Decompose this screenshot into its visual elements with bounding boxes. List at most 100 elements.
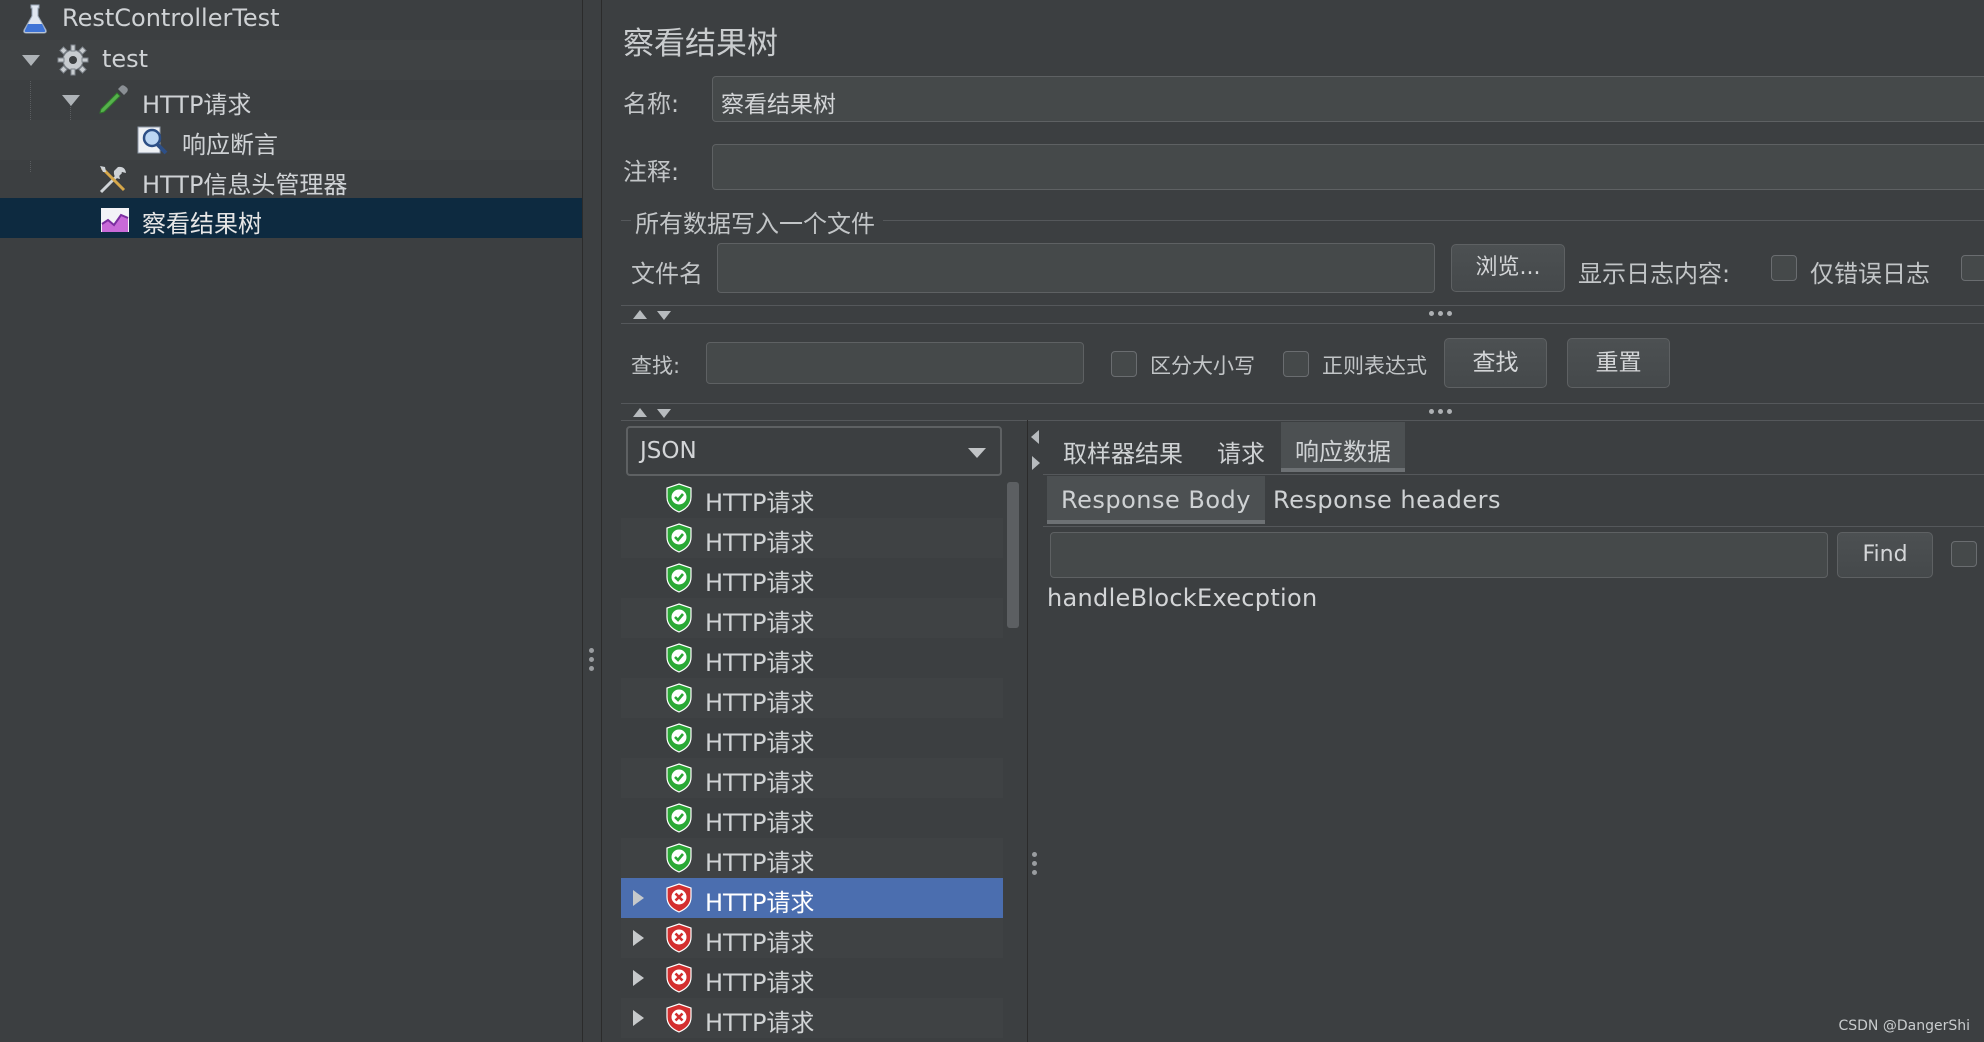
section-divider (621, 403, 1984, 404)
case-sensitive-checkbox[interactable] (1111, 351, 1137, 377)
name-field[interactable]: 察看结果树 (712, 76, 1984, 122)
result-item[interactable]: HTTP请求 (621, 998, 1003, 1038)
result-item[interactable]: HTTP请求 (621, 678, 1003, 718)
chevron-right-icon[interactable] (633, 930, 644, 946)
result-item[interactable]: HTTP请求 (621, 478, 1003, 518)
magnifier-icon (137, 126, 168, 155)
result-item-label: HTTP请求 (705, 609, 815, 637)
filename-field[interactable] (717, 243, 1435, 293)
tab-response-data[interactable]: 响应数据 (1281, 422, 1405, 472)
collapse-up-icon[interactable] (633, 310, 647, 319)
tree-item-rest-controller-test[interactable]: RestControllerTest (0, 0, 582, 40)
result-item-label: HTTP请求 (705, 649, 815, 677)
tab-sampler-result[interactable]: 取样器结果 (1049, 424, 1197, 474)
result-item[interactable]: HTTP请求 (621, 638, 1003, 678)
splitter-grip[interactable] (589, 648, 595, 675)
collapse-up-icon[interactable] (633, 408, 647, 417)
flask-icon (23, 4, 47, 34)
failure-shield-icon (666, 1003, 692, 1033)
result-item[interactable]: HTTP请求 (621, 518, 1003, 558)
comment-field[interactable] (712, 144, 1984, 190)
browse-button[interactable]: 浏览... (1451, 244, 1565, 292)
response-find-input[interactable] (1050, 532, 1828, 578)
tree-item-label: test (102, 45, 149, 73)
result-item-label: HTTP请求 (705, 529, 815, 557)
result-item-label: HTTP请求 (705, 929, 815, 957)
log-content-label: 显示日志内容: (1578, 260, 1731, 288)
chevron-right-icon[interactable] (633, 1010, 644, 1026)
section-divider (621, 420, 1984, 421)
renderer-select-value: JSON (640, 438, 697, 464)
result-item-label: HTTP请求 (705, 969, 815, 997)
section-border (883, 220, 1984, 221)
expand-right-icon[interactable] (1032, 456, 1040, 470)
expand-down-icon[interactable] (657, 409, 671, 418)
watermark: CSDN @DangerShi (1838, 1018, 1970, 1034)
successes-checkbox[interactable] (1961, 255, 1984, 281)
regex-checkbox[interactable] (1283, 351, 1309, 377)
renderer-select[interactable]: JSON (626, 426, 1002, 476)
tree-item-test[interactable]: test (0, 40, 582, 80)
result-item-label: HTTP请求 (705, 809, 815, 837)
left-splitter[interactable] (582, 0, 602, 1042)
success-shield-icon (666, 563, 692, 593)
tree-item-http-request[interactable]: HTTP请求 (0, 80, 582, 120)
chevron-right-icon[interactable] (633, 970, 644, 986)
tree-item-label: 察看结果树 (142, 210, 262, 238)
splitter-grip[interactable] (1429, 311, 1452, 316)
section-divider (621, 323, 1984, 324)
file-section-title: 所有数据写入一个文件 (635, 210, 875, 238)
result-item[interactable]: HTTP请求 (621, 838, 1003, 878)
result-item-label: HTTP请求 (705, 769, 815, 797)
search-label: 查找: (631, 354, 681, 378)
results-list: HTTP请求 HTTP请求 HTTP请求 HTTP请求 HTTP请求 HTTP请求 HTTP… (621, 478, 1003, 1042)
result-item-label: HTTP请求 (705, 889, 815, 917)
comment-label: 注释: (623, 158, 680, 186)
result-item[interactable]: HTTP请求 (621, 718, 1003, 758)
response-find-button[interactable]: Find (1837, 532, 1933, 578)
page-title: 察看结果树 (623, 26, 778, 62)
result-item-label: HTTP请求 (705, 1009, 815, 1037)
find-button[interactable]: 查找 (1444, 338, 1547, 388)
success-shield-icon (666, 643, 692, 673)
success-shield-icon (666, 843, 692, 873)
failure-shield-icon (666, 963, 692, 993)
collapse-left-icon[interactable] (1031, 430, 1039, 444)
tree-item-header-manager[interactable]: HTTP信息头管理器 (0, 160, 582, 200)
view-results-tree-panel: 察看结果树 名称: 察看结果树 注释: 所有数据写入一个文件 文件名 浏览...… (603, 0, 1984, 1042)
tab-bar-border (1043, 474, 1984, 475)
pipette-icon (99, 85, 128, 114)
tree-item-response-assertion[interactable]: 响应断言 (0, 120, 582, 160)
tab-response-body[interactable]: Response Body (1047, 476, 1265, 524)
result-item[interactable]: HTTP请求 (621, 758, 1003, 798)
tab-request[interactable]: 请求 (1203, 424, 1279, 474)
result-item[interactable]: HTTP请求 (621, 798, 1003, 838)
result-item[interactable]: HTTP请求 (621, 878, 1003, 918)
result-item[interactable]: HTTP请求 (621, 918, 1003, 958)
chevron-down-icon[interactable] (22, 55, 40, 66)
errors-only-label: 仅错误日志 (1810, 260, 1930, 288)
result-item[interactable]: HTTP请求 (621, 598, 1003, 638)
chevron-down-icon[interactable] (62, 95, 80, 106)
reset-button[interactable]: 重置 (1567, 338, 1670, 388)
result-item[interactable]: HTTP请求 (621, 558, 1003, 598)
results-scrollbar-thumb[interactable] (1007, 482, 1019, 628)
jmeter-window: RestControllerTest test HTTP请求 响应断言 HTTP… (0, 0, 1984, 1042)
splitter-grip[interactable] (1032, 852, 1038, 879)
success-shield-icon (666, 683, 692, 713)
chevron-right-icon[interactable] (633, 890, 644, 906)
subtab-bar-border (1043, 526, 1984, 527)
result-item[interactable]: HTTP请求 (621, 958, 1003, 998)
result-item-label: HTTP请求 (705, 569, 815, 597)
tab-response-headers[interactable]: Response headers (1259, 476, 1515, 524)
middle-splitter[interactable] (1027, 420, 1043, 1042)
expand-down-icon[interactable] (657, 311, 671, 320)
response-case-checkbox[interactable] (1951, 541, 1977, 567)
search-input[interactable] (706, 342, 1084, 384)
errors-only-checkbox[interactable] (1771, 255, 1797, 281)
tree-item-label: HTTP信息头管理器 (142, 171, 348, 199)
splitter-grip[interactable] (1429, 409, 1452, 414)
failure-shield-icon (666, 923, 692, 953)
tree-item-view-results-tree[interactable]: 察看结果树 (0, 198, 582, 238)
result-item-label: HTTP请求 (705, 689, 815, 717)
